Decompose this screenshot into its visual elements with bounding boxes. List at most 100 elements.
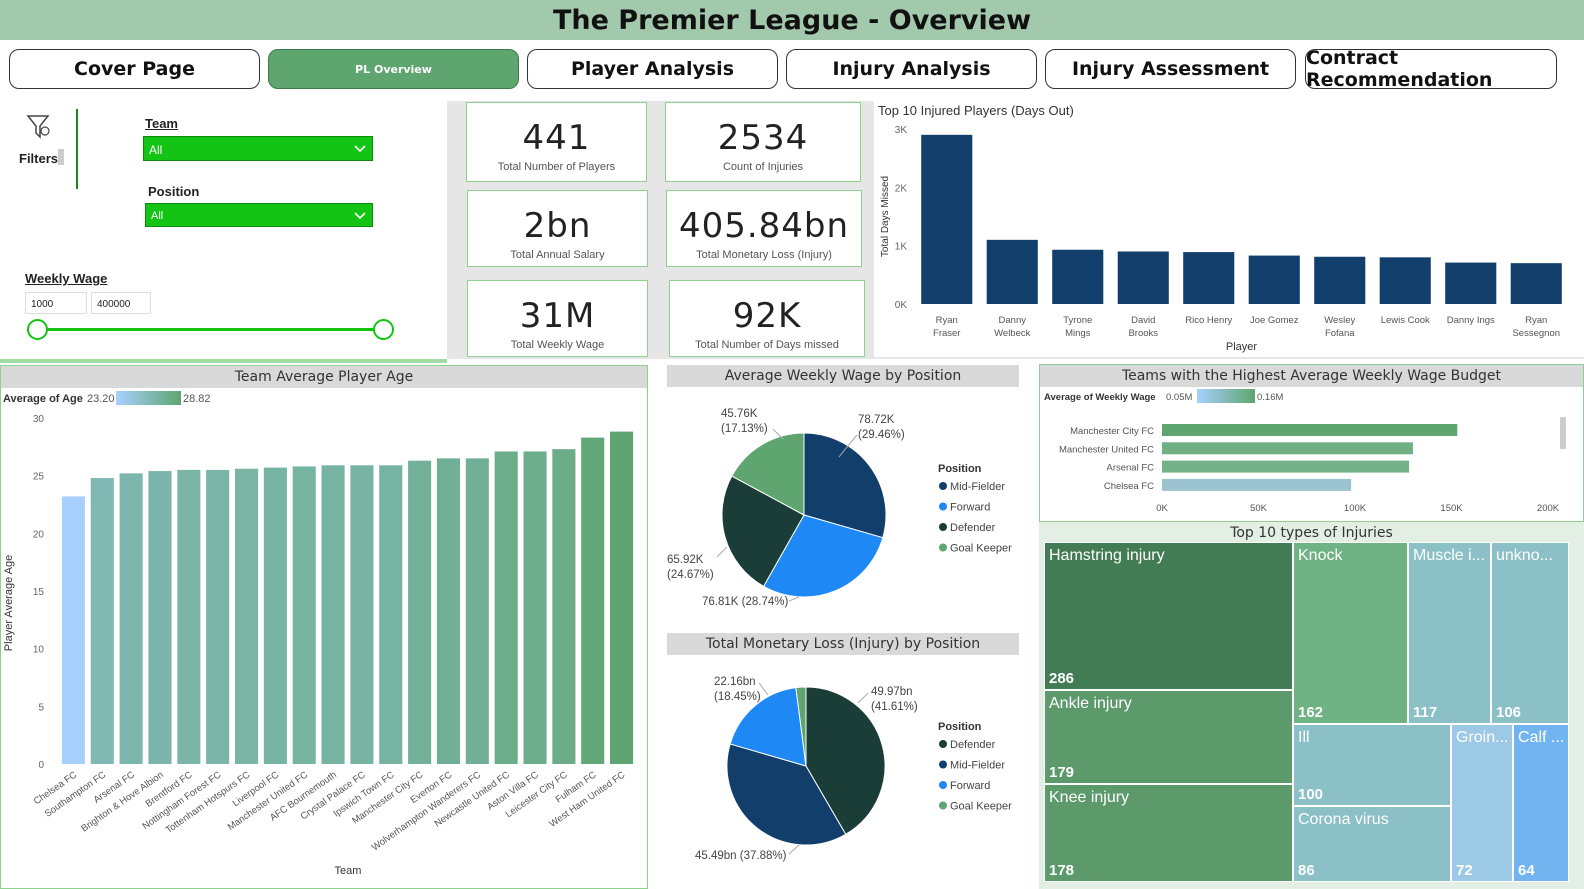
scrollbar [1560, 417, 1566, 449]
bar [552, 449, 576, 764]
x-tick-label: Mings [1065, 328, 1091, 339]
wage-slider-max-handle[interactable] [373, 319, 394, 340]
wage-pie-chart: 78.72K (29.46%) 76.81K (28.74%) 65.92K (24.6… [667, 408, 1012, 608]
data-label: 49.97bn [871, 686, 913, 698]
bar [1183, 252, 1235, 304]
treemap-tile[interactable]: Knock 162 [1293, 542, 1408, 724]
y-tick-label: 0K [895, 300, 908, 311]
legend-item: Forward [950, 780, 990, 792]
treemap-tile[interactable]: Corona virus 86 [1293, 806, 1451, 882]
wage-budget-panel: Teams with the Highest Average Weekly Wa… [1039, 364, 1584, 522]
nav-injury-analysis[interactable]: Injury Analysis [786, 49, 1037, 89]
treemap-tile[interactable]: Calf ... 64 [1513, 724, 1569, 882]
bar [494, 451, 518, 764]
panel-title: Top 10 types of Injuries [1039, 522, 1584, 544]
y-tick-label: 20 [33, 529, 45, 540]
x-tick-label: Fofana [1325, 328, 1355, 339]
bar [986, 239, 1038, 304]
bar [610, 431, 634, 764]
kpi-label: Total Number of Days missed [695, 339, 839, 351]
x-tick-label: Sessegnon [1512, 328, 1560, 339]
bar [1314, 256, 1366, 304]
treemap-tile[interactable]: Ill 100 [1293, 724, 1451, 806]
data-label: 45.49bn (37.88%) [695, 850, 787, 862]
treemap-value: 86 [1298, 862, 1315, 879]
leader-line [788, 596, 800, 602]
data-label: (41.61%) [871, 701, 918, 713]
data-label: 65.92K [667, 554, 704, 566]
panel-title: Total Monetary Loss (Injury) by Position [667, 633, 1019, 655]
filter-icon [26, 115, 50, 139]
wage-slider-min-handle[interactable] [27, 319, 48, 340]
injury-types-panel: Top 10 types of Injuries Hamstring injur… [1039, 522, 1584, 889]
legend-min: 0.05M [1166, 392, 1192, 403]
treemap-label: Hamstring injury [1049, 547, 1165, 564]
kpi-value: 92K [732, 296, 802, 336]
injured-players-chart: 0K 1K 2K 3K Total Days Missed Ryan Fraser Danny… [880, 125, 1562, 353]
panel-title: Average Weekly Wage by Position [667, 365, 1019, 387]
data-label: 22.16bn [714, 676, 756, 688]
bar [1510, 263, 1562, 304]
kpi-value: 441 [522, 118, 591, 158]
x-tick-label: Ryan [1525, 315, 1547, 326]
legend-dot [939, 801, 947, 810]
nav-cover-page[interactable]: Cover Page [9, 49, 260, 89]
kpi-label: Total Weekly Wage [510, 339, 605, 351]
bar [1162, 424, 1458, 436]
bar [119, 473, 143, 764]
x-tick-label: 0K [1156, 503, 1168, 514]
treemap-tile[interactable]: Knee injury 178 [1044, 784, 1293, 882]
kpi-card-injuries: 2534 Count of Injuries [665, 102, 861, 182]
bar [148, 471, 172, 764]
bar [408, 460, 432, 764]
data-label: (24.67%) [667, 569, 714, 581]
legend-title: Position [938, 463, 982, 475]
bar [234, 468, 259, 764]
wage-slider-track[interactable] [37, 328, 384, 331]
treemap-tile[interactable]: Groin... 72 [1451, 724, 1513, 882]
kpi-label: Count of Injuries [722, 161, 804, 173]
wage-min-input[interactable]: 1000 [25, 292, 87, 314]
injury-treemap: Hamstring injury 286 Ankle injury 179 Knee i… [1044, 542, 1569, 882]
treemap-value: 72 [1456, 862, 1473, 879]
y-tick-label: 1K [895, 242, 908, 253]
filters-collapse-handle[interactable] [58, 149, 64, 165]
panel-title: Teams with the Highest Average Weekly Wa… [1040, 365, 1583, 387]
treemap-tile[interactable]: Muscle i... 117 [1408, 542, 1491, 724]
nav-player-analysis[interactable]: Player Analysis [527, 49, 778, 89]
y-tick-label: 0 [38, 760, 44, 771]
nav-injury-assessment[interactable]: Injury Assessment [1045, 49, 1296, 89]
position-dropdown[interactable]: All [145, 203, 373, 227]
data-label: 76.81K (28.74%) [702, 596, 788, 608]
nav-contract-recommendation[interactable]: Contract Recommendation [1305, 47, 1557, 91]
page-title: The Premier League - Overview [552, 4, 1032, 36]
data-label: (18.45%) [714, 691, 761, 703]
team-filter-label: Team [145, 116, 178, 131]
y-tick-label: 3K [895, 125, 908, 136]
position-filter-label: Position [148, 184, 200, 199]
data-label: (17.13%) [721, 423, 768, 435]
treemap-tile[interactable]: Ankle injury 179 [1044, 690, 1293, 784]
legend-dot [939, 740, 947, 748]
x-tick-label: David [1131, 315, 1155, 326]
team-dropdown[interactable]: All [143, 136, 373, 161]
treemap-tile[interactable]: unkno... 106 [1491, 542, 1569, 724]
data-label: 45.76K [721, 408, 758, 420]
treemap-value: 106 [1496, 704, 1522, 721]
legend-item: Defender [950, 739, 996, 751]
bar [523, 451, 547, 764]
kpi-card-players: 441 Total Number of Players [466, 102, 647, 182]
legend-min: 23.20 [87, 393, 115, 405]
bar [436, 458, 461, 764]
kpi-value: 2534 [717, 118, 809, 158]
legend-item: Goal Keeper [950, 801, 1012, 813]
bar [1162, 478, 1352, 491]
treemap-tile[interactable]: Hamstring injury 286 [1044, 542, 1293, 690]
kpi-label: Total Monetary Loss (Injury) [696, 249, 832, 261]
treemap-value: 179 [1049, 764, 1075, 781]
x-tick-label: Fraser [933, 328, 960, 339]
legend-max: 0.16M [1257, 392, 1283, 403]
bar [1379, 257, 1431, 304]
nav-pl-overview[interactable]: PL Overview [268, 49, 519, 89]
wage-max-input[interactable]: 400000 [91, 292, 151, 314]
